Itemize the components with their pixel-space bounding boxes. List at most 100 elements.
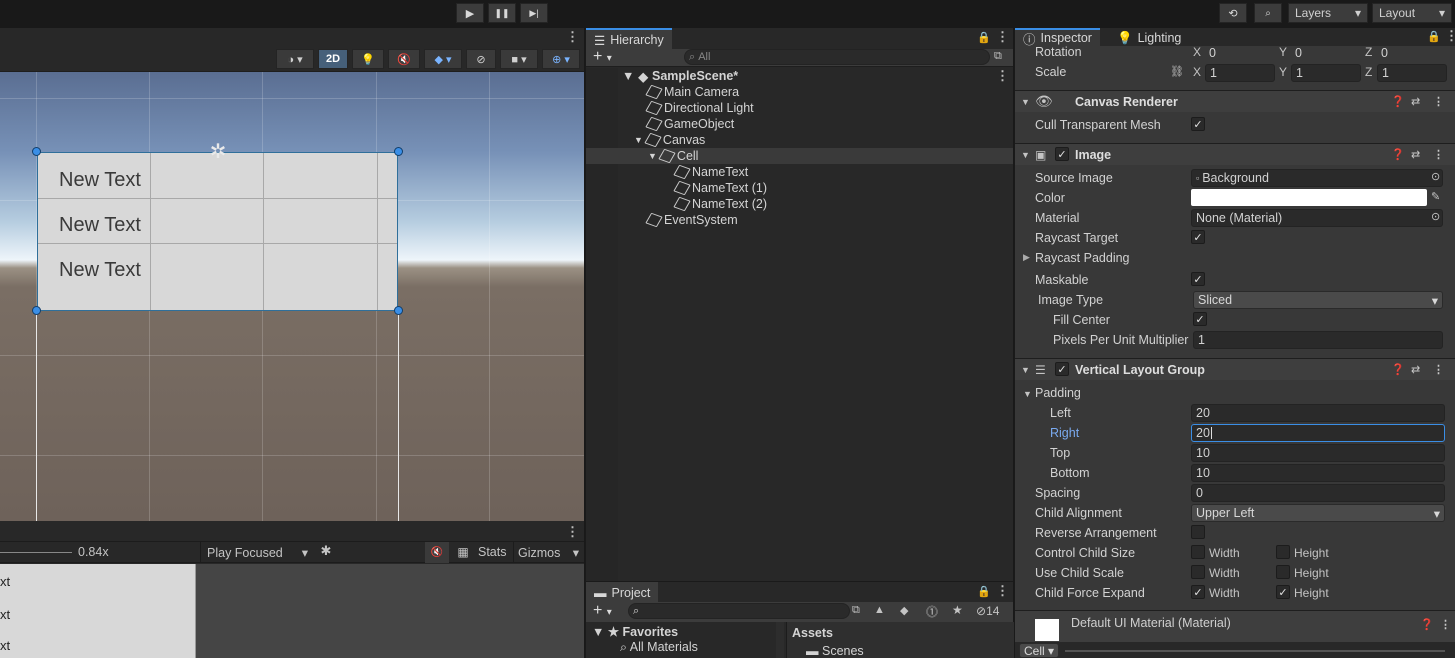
padding-top-field[interactable]: 10	[1191, 444, 1445, 462]
hierarchy-item[interactable]: NameText (1)	[673, 180, 767, 196]
more-icon[interactable]: ⋮	[996, 29, 1009, 45]
filter-type-icon[interactable]: ▲	[874, 604, 885, 616]
rect-handle[interactable]	[32, 147, 41, 156]
all-materials-item[interactable]: ⌕ All Materials	[620, 640, 698, 655]
rotation-z-field[interactable]: 0	[1377, 44, 1447, 62]
name-text[interactable]: New Text	[59, 169, 141, 192]
more-icon[interactable]: ⋮	[566, 524, 579, 540]
raycast-padding-label[interactable]: Raycast Padding	[1035, 251, 1130, 265]
padding-label[interactable]: Padding	[1035, 386, 1081, 400]
scale-slider[interactable]	[0, 552, 72, 553]
chevron-down-icon[interactable]: ▼	[1023, 389, 1032, 399]
name-text[interactable]: New Text	[59, 214, 141, 237]
help-icon[interactable]: ❓	[1391, 363, 1405, 376]
hidden-count[interactable]: ⊘14	[976, 604, 999, 618]
search-options-icon[interactable]: ⧉	[994, 50, 1002, 63]
lock-icon[interactable]: 🔒	[977, 585, 991, 598]
vlg-enabled-checkbox[interactable]: ✓	[1055, 362, 1069, 376]
presets-icon[interactable]: ⇄	[1411, 148, 1420, 161]
help-icon[interactable]: ❓	[1391, 95, 1405, 108]
color-swatch[interactable]	[1191, 189, 1427, 206]
shading-mode-dropdown[interactable]: ◑ ▾	[276, 49, 314, 69]
gizmos-dropdown[interactable]: ⊕ ▾	[542, 49, 580, 69]
name-text[interactable]: New Text	[59, 259, 141, 282]
hierarchy-item[interactable]: Directional Light	[645, 100, 754, 116]
pause-button[interactable]: ❚❚	[488, 3, 516, 23]
hierarchy-item[interactable]: NameText (2)	[673, 196, 767, 212]
expand-width-checkbox[interactable]: ✓	[1191, 585, 1205, 599]
camera-dropdown[interactable]: ■ ▾	[500, 49, 538, 69]
more-icon[interactable]: ⋮	[996, 583, 1009, 599]
padding-left-field[interactable]: 20	[1191, 404, 1445, 422]
control-height-checkbox[interactable]	[1276, 545, 1290, 559]
hierarchy-item[interactable]: ▼ Cell	[648, 148, 698, 164]
help-icon[interactable]: ❓	[1391, 148, 1405, 161]
padding-right-field[interactable]: 20	[1191, 424, 1445, 442]
layout-dropdown[interactable]: Layout ▾	[1372, 3, 1452, 23]
hierarchy-item[interactable]: EventSystem	[645, 212, 738, 228]
ppu-multiplier-field[interactable]: 1	[1193, 331, 1443, 349]
search-options-icon[interactable]: ⧉	[852, 604, 860, 617]
expand-height-checkbox[interactable]: ✓	[1276, 585, 1290, 599]
search-icon[interactable]: ⌕	[1254, 3, 1282, 23]
hierarchy-item[interactable]: GameObject	[645, 116, 734, 132]
hierarchy-item[interactable]: NameText	[673, 164, 748, 180]
scale-width-checkbox[interactable]	[1191, 565, 1205, 579]
scale-height-checkbox[interactable]	[1276, 565, 1290, 579]
fill-center-checkbox[interactable]: ✓	[1193, 312, 1207, 326]
object-dropdown[interactable]: Cell ▾	[1019, 643, 1059, 658]
control-width-checkbox[interactable]	[1191, 545, 1205, 559]
rotation-x-field[interactable]: 0	[1205, 44, 1275, 62]
tab-hierarchy[interactable]: ☰ Hierarchy	[586, 28, 672, 50]
more-icon[interactable]: ⋮	[1433, 95, 1444, 108]
filter-label-icon[interactable]: ◆	[900, 604, 908, 617]
lighting-toggle-icon[interactable]: 💡	[352, 49, 384, 69]
history-icon[interactable]: ⟲	[1219, 3, 1247, 23]
padding-bottom-field[interactable]: 10	[1191, 464, 1445, 482]
mute-audio-icon[interactable]: 🔇	[425, 542, 449, 563]
vertical-layout-group-header[interactable]: ▼ ☰ ✓ Vertical Layout Group ❓ ⇄ ⋮	[1015, 358, 1455, 380]
audio-mute-icon[interactable]: 🔇	[388, 49, 420, 69]
cull-transparent-checkbox[interactable]: ✓	[1191, 117, 1205, 131]
tab-inspector[interactable]: ⓘ Inspector	[1015, 28, 1100, 47]
add-button[interactable]: + ▾	[593, 602, 612, 620]
add-button[interactable]: + ▾	[593, 48, 612, 66]
bug-icon[interactable]: ✱	[316, 543, 336, 563]
presets-icon[interactable]: ⇄	[1411, 95, 1420, 108]
toggle-2d-button[interactable]: 2D	[318, 49, 348, 69]
child-alignment-dropdown[interactable]: Upper Left ▾	[1191, 504, 1445, 522]
scenes-folder[interactable]: ▬ Scenes	[806, 644, 864, 658]
effects-dropdown[interactable]: ◆ ▾	[424, 49, 462, 69]
hierarchy-item[interactable]: ▼ Canvas	[634, 132, 705, 148]
layers-dropdown[interactable]: Layers ▾	[1288, 3, 1368, 23]
more-icon[interactable]: ⋮	[996, 68, 1009, 84]
lock-icon[interactable]: 🔒	[1427, 30, 1441, 43]
play-button[interactable]: ▶	[456, 3, 484, 23]
scene-viewport[interactable]: New Text New Text New Text ✲	[0, 72, 584, 521]
object-picker-icon[interactable]: ⊙	[1431, 210, 1440, 223]
object-picker-icon[interactable]: ⊙	[1431, 170, 1440, 183]
material-field[interactable]: None (Material)	[1191, 209, 1443, 227]
tab-lighting[interactable]: 💡 Lighting	[1109, 28, 1189, 48]
favorite-star-icon[interactable]: ★	[952, 603, 963, 617]
rotation-y-field[interactable]: 0	[1291, 44, 1361, 62]
play-focused-dropdown[interactable]: Play Focused ▾	[200, 542, 314, 563]
link-icon[interactable]: ⛓	[1170, 65, 1184, 78]
spacing-field[interactable]: 0	[1191, 484, 1445, 502]
image-enabled-checkbox[interactable]: ✓	[1055, 147, 1069, 161]
lock-icon[interactable]: 🔒	[977, 31, 991, 44]
scale-x-field[interactable]: 1	[1205, 64, 1275, 82]
raycast-target-checkbox[interactable]: ✓	[1191, 230, 1205, 244]
scale-y-field[interactable]: 1	[1291, 64, 1361, 82]
scrollbar[interactable]	[776, 622, 784, 658]
maskable-checkbox[interactable]: ✓	[1191, 272, 1205, 286]
favorites-header[interactable]: ▼ ★ Favorites	[592, 624, 678, 639]
image-header[interactable]: ▼ ▣ ✓ Image ❓ ⇄ ⋮	[1015, 143, 1455, 165]
gizmos-dropdown[interactable]: Gizmos ▾	[513, 542, 583, 563]
more-icon[interactable]: ⋮	[566, 29, 579, 45]
tab-project[interactable]: ▬ Project	[586, 582, 659, 603]
hidden-objects-icon[interactable]: ⊘	[466, 49, 496, 69]
canvas-renderer-header[interactable]: ▼ 👁 Canvas Renderer ❓ ⇄ ⋮	[1015, 90, 1455, 112]
hierarchy-item[interactable]: Main Camera	[645, 84, 739, 100]
chevron-right-icon[interactable]: ▶	[1023, 252, 1030, 263]
